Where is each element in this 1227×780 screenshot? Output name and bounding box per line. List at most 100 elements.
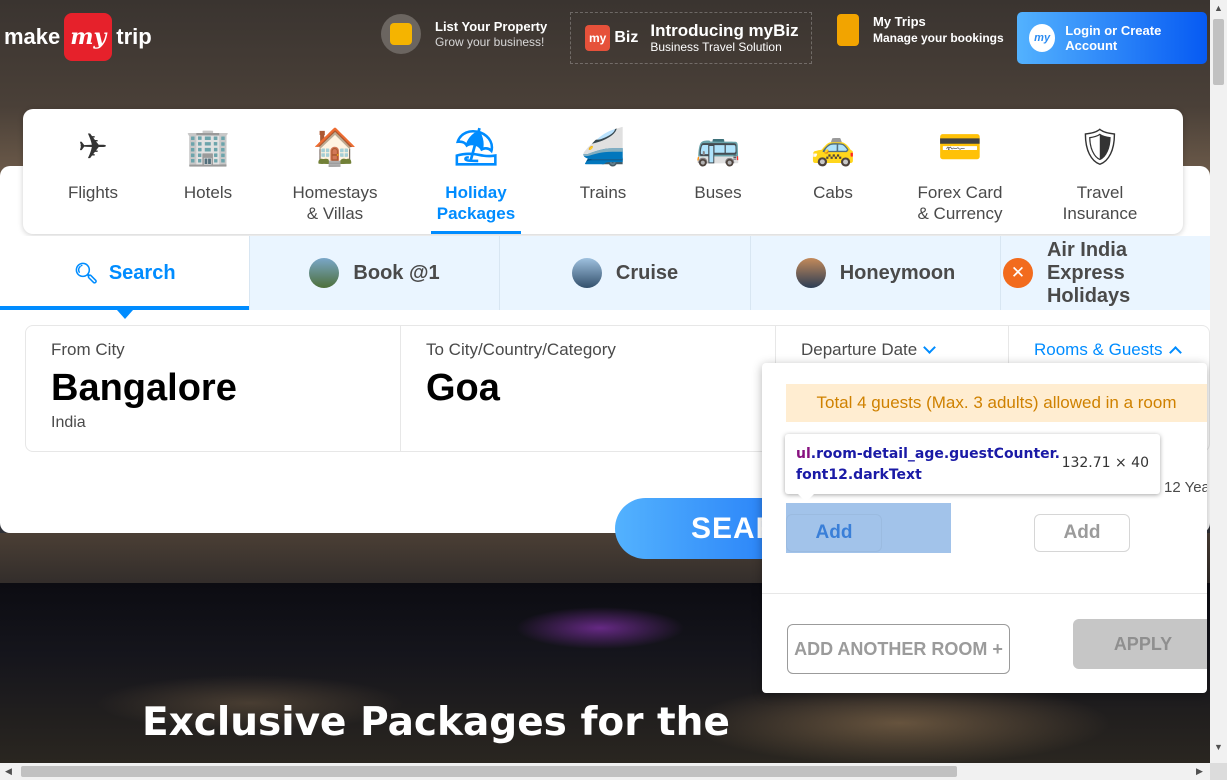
login-label: Login or Create Account — [1065, 23, 1162, 53]
suitcase-icon — [837, 14, 859, 46]
cruise-thumbnail-icon — [571, 258, 602, 288]
book-thumbnail-icon — [309, 258, 340, 288]
child-age-label: 12 Years — [1164, 479, 1207, 496]
tab-label: Book @1 — [353, 261, 440, 284]
to-city-value: Goa — [426, 367, 500, 409]
nav-label: Flights — [67, 183, 119, 202]
tab-book-at-1[interactable]: Book @1 — [250, 236, 500, 310]
cab-icon: 🚕 — [810, 125, 856, 167]
user-avatar-icon: my — [1029, 24, 1056, 52]
logo-mark: my — [64, 13, 113, 61]
devtools-inspect-tooltip: ul.room-detail_age.guestCounter. font12.… — [785, 434, 1160, 494]
nav-label: Buses — [694, 183, 742, 202]
my-trips-link[interactable]: My Trips Manage your bookings — [837, 14, 1004, 46]
to-city-field[interactable]: To City/Country/Category Goa — [401, 326, 776, 451]
nav-label: & Currency — [917, 204, 1003, 223]
from-city-field[interactable]: From City Bangalore India — [26, 326, 401, 451]
nav-label: Homestays — [292, 183, 378, 202]
active-underline — [431, 231, 521, 234]
departure-date-label: Departure Date — [801, 340, 983, 360]
air-india-express-icon: ✕ — [1003, 258, 1033, 288]
property-icon — [381, 14, 421, 54]
list-property-subtitle: Grow your business! — [435, 34, 545, 49]
scroll-right-arrow-icon[interactable]: ▶ — [1196, 766, 1203, 777]
add-child-button[interactable]: Add — [1034, 514, 1130, 552]
rooms-guests-label: Rooms & Guests — [1034, 340, 1184, 360]
nav-label: Hotels — [183, 183, 233, 202]
nav-insurance[interactable]: 🛡 Travel Insurance — [1050, 109, 1150, 234]
list-property-title: List Your Property — [435, 18, 548, 34]
insurance-icon: 🛡 — [1077, 125, 1123, 167]
search-icon: 🔍︎ — [73, 262, 99, 285]
my-trips-subtitle: Manage your bookings — [873, 31, 1004, 45]
popover-divider — [762, 593, 1207, 594]
my-trips-title: My Trips — [873, 14, 926, 29]
nav-label: Travel — [1076, 183, 1124, 202]
hotel-icon: 🏢 — [185, 125, 231, 167]
package-subtabs: 🔍︎ Search Book @1 Cruise Honeymoon ✕ Air… — [0, 236, 1210, 310]
vertical-scroll-thumb[interactable] — [1213, 19, 1224, 85]
tab-label: Search — [108, 261, 176, 284]
nav-homestays[interactable]: 🏠 Homestays & Villas — [285, 109, 385, 234]
chevron-down-icon — [923, 341, 937, 354]
rooms-guests-popover: Total 4 guests (Max. 3 adults) allowed i… — [762, 363, 1207, 693]
list-property-link[interactable]: List Your Property Grow your business! — [381, 14, 547, 54]
active-tab-pointer — [117, 310, 133, 319]
nav-cabs[interactable]: 🚕 Cabs — [798, 109, 868, 234]
tab-label: Cruise — [615, 261, 679, 284]
chevron-up-icon — [1168, 346, 1182, 359]
umbrella-icon: ⛱ — [453, 125, 499, 167]
nav-label: Trains — [579, 183, 627, 202]
to-city-label: To City/Country/Category — [426, 340, 616, 359]
add-another-room-button[interactable]: ADD ANOTHER ROOM + — [787, 624, 1010, 674]
nav-label: Insurance — [1062, 204, 1138, 223]
nav-label: Forex Card — [917, 183, 1003, 202]
mybiz-link[interactable]: my Biz Introducing myBiz Business Travel… — [570, 12, 812, 64]
apply-button[interactable]: APPLY — [1073, 619, 1207, 669]
login-button[interactable]: my Login or Create Account — [1017, 12, 1207, 64]
nav-holiday-packages[interactable]: ⛱ Holiday Packages — [431, 109, 521, 234]
nav-flights[interactable]: ✈ Flights — [58, 109, 128, 234]
honeymoon-thumbnail-icon — [795, 258, 826, 288]
nav-buses[interactable]: 🚌 Buses — [683, 109, 753, 234]
logo-text-left: make — [4, 24, 61, 49]
tab-air-india-express[interactable]: ✕ Air India Express Holidays — [1001, 236, 1210, 310]
from-country: India — [51, 414, 86, 431]
scroll-up-arrow-icon[interactable]: ▲ — [1214, 3, 1223, 13]
nav-forex[interactable]: 💳 Forex Card & Currency — [905, 109, 1015, 234]
element-dimensions: 132.71 × 40 — [1061, 455, 1149, 471]
scroll-left-arrow-icon[interactable]: ◀ — [5, 766, 12, 777]
horizontal-scrollbar[interactable]: ◀ ▶ — [0, 763, 1210, 780]
nav-label: Cabs — [813, 183, 853, 202]
makemytrip-logo[interactable]: make my trip — [4, 12, 152, 62]
nav-label: & Villas — [306, 204, 364, 223]
hero-heading: Exclusive Packages for the — [142, 700, 730, 745]
mybiz-subtitle: Business Travel Solution — [650, 40, 782, 54]
horizontal-scroll-thumb[interactable] — [21, 766, 957, 777]
tab-label: Holidays — [1046, 284, 1131, 307]
add-adult-button[interactable]: Add — [786, 514, 882, 552]
vertical-scrollbar[interactable]: ▲ ▼ — [1210, 0, 1227, 763]
logo-text-right: trip — [116, 24, 152, 49]
nav-label: Packages — [436, 204, 516, 223]
tab-cruise[interactable]: Cruise — [500, 236, 751, 310]
from-city-value: Bangalore — [51, 367, 237, 409]
tab-label: Air India Express — [1046, 238, 1127, 284]
mybiz-word: Biz — [614, 29, 639, 46]
nav-hotels[interactable]: 🏢 Hotels — [173, 109, 243, 234]
tooltip-arrow — [797, 493, 815, 502]
tab-search[interactable]: 🔍︎ Search — [0, 236, 250, 310]
scrollbar-corner — [1210, 763, 1227, 780]
mybiz-title: Introducing myBiz — [650, 21, 799, 40]
bus-icon: 🚌 — [695, 125, 741, 167]
forex-card-icon: 💳 — [937, 125, 983, 167]
scroll-down-arrow-icon[interactable]: ▼ — [1214, 742, 1223, 752]
airplane-icon: ✈ — [77, 125, 109, 167]
nav-trains[interactable]: 🚄 Trains — [568, 109, 638, 234]
guest-limit-notice: Total 4 guests (Max. 3 adults) allowed i… — [786, 384, 1207, 422]
house-icon: 🏠 — [312, 125, 358, 167]
tab-honeymoon[interactable]: Honeymoon — [751, 236, 1001, 310]
product-nav: ✈ Flights 🏢 Hotels 🏠 Homestays & Villas … — [23, 109, 1183, 234]
mybiz-logo-icon: my — [585, 25, 611, 51]
tab-label: Honeymoon — [839, 261, 956, 284]
